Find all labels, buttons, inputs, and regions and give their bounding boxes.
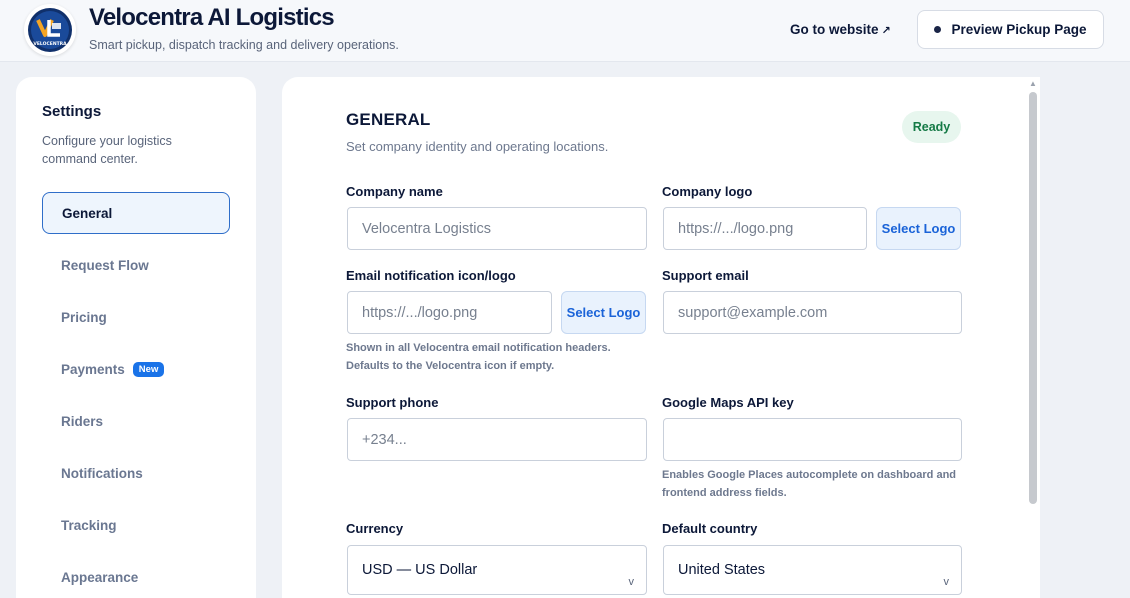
sidebar-title: Settings	[42, 103, 102, 120]
company-name-input[interactable]	[347, 207, 647, 250]
currency-value: USD — US Dollar	[362, 562, 478, 578]
select-company-logo-button[interactable]: Select Logo	[876, 207, 961, 250]
sidebar-item-notifications[interactable]: Notifications	[42, 452, 230, 494]
settings-sidebar: Settings Configure your logistics comman…	[16, 77, 256, 598]
company-name-label: Company name	[346, 184, 443, 199]
section-subtitle: Set company identity and operating locat…	[346, 139, 609, 154]
google-maps-key-input[interactable]	[663, 418, 962, 461]
general-settings-panel: GENERAL Set company identity and operati…	[282, 77, 1026, 598]
sidebar-item-riders[interactable]: Riders	[42, 400, 230, 442]
preview-button-label: Preview Pickup Page	[951, 22, 1087, 37]
chevron-down-icon: v	[628, 576, 635, 588]
email-icon-url-input[interactable]	[347, 291, 552, 334]
status-badge: Ready	[902, 111, 961, 143]
app-header: VELOCENTRA Velocentra AI Logistics Smart…	[0, 0, 1130, 62]
logo-wordmark: VELOCENTRA	[33, 41, 67, 47]
brand-title: Velocentra AI Logistics	[89, 4, 335, 31]
brand-logo[interactable]: VELOCENTRA	[24, 4, 76, 56]
sidebar-item-label: Payments	[61, 361, 125, 377]
default-country-value: United States	[678, 562, 766, 578]
currency-select[interactable]: USD — US Dollar v	[347, 545, 647, 595]
sidebar-item-general[interactable]: General	[42, 192, 230, 234]
email-icon-hint: Shown in all Velocentra email notificati…	[346, 342, 611, 372]
sidebar-item-appearance[interactable]: Appearance	[42, 556, 230, 598]
preview-pickup-page-button[interactable]: Preview Pickup Page	[917, 10, 1104, 49]
currency-label: Currency	[346, 521, 404, 536]
support-phone-label: Support phone	[346, 395, 439, 410]
google-maps-key-label: Google Maps API key	[662, 395, 794, 410]
new-badge: New	[132, 361, 165, 377]
sidebar-item-pricing[interactable]: Pricing	[42, 296, 230, 338]
sidebar-item-label: Riders	[61, 413, 104, 429]
sidebar-item-label: Notifications	[61, 465, 143, 481]
default-country-select[interactable]: United States v	[663, 545, 962, 595]
sidebar-item-request-flow[interactable]: Request Flow	[42, 244, 230, 286]
sidebar-item-tracking[interactable]: Tracking	[42, 504, 230, 546]
sidebar-item-payments[interactable]: Payments New	[42, 348, 230, 390]
brand-subtitle: Smart pickup, dispatch tracking and deli…	[89, 38, 399, 52]
support-email-input[interactable]	[663, 291, 962, 334]
velocentra-logo-icon: VELOCENTRA	[28, 8, 72, 52]
sidebar-item-label: Pricing	[61, 309, 107, 325]
google-maps-key-hint: Enables Google Places autocomplete on da…	[662, 469, 957, 499]
scroll-up-arrow-icon[interactable]: ▲	[1028, 79, 1038, 89]
email-icon-label: Email notification icon/logo	[346, 268, 516, 283]
company-logo-label: Company logo	[662, 184, 753, 199]
dot-icon	[934, 26, 942, 33]
support-email-label: Support email	[662, 268, 749, 283]
scrollbar-thumb[interactable]	[1029, 92, 1037, 504]
support-phone-input[interactable]	[347, 418, 647, 461]
chevron-down-icon: v	[943, 576, 950, 588]
default-country-label: Default country	[662, 521, 758, 536]
sidebar-subtitle: Configure your logistics command center.	[42, 134, 172, 166]
sidebar-item-label: Appearance	[61, 569, 139, 585]
section-title: GENERAL	[346, 110, 431, 129]
external-link-icon: ↗	[881, 25, 891, 37]
select-email-logo-button[interactable]: Select Logo	[561, 291, 646, 334]
company-logo-url-input[interactable]	[663, 207, 867, 250]
go-to-website-label: Go to website	[790, 22, 879, 37]
sidebar-item-label: Tracking	[61, 517, 117, 533]
go-to-website-link[interactable]: Go to website ↗	[790, 22, 891, 37]
sidebar-item-label: Request Flow	[61, 257, 149, 273]
sidebar-item-label: General	[62, 205, 113, 221]
